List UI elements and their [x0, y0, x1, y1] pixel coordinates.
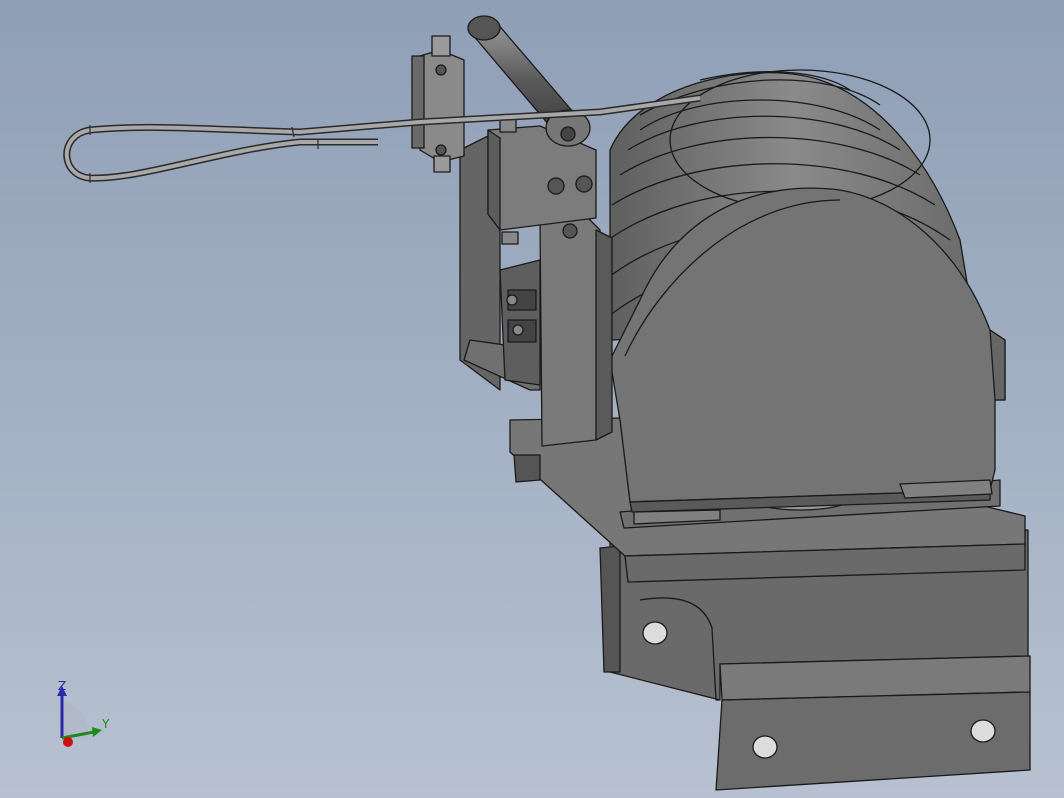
winch-assembly-model[interactable] [0, 0, 1064, 798]
wire-rope [63, 94, 701, 183]
z-axis-label: Z [58, 679, 67, 693]
triad-axes [57, 686, 102, 747]
graphics-viewport[interactable]: Z Y [0, 0, 1064, 798]
x-axis-marker [63, 737, 73, 747]
lever-arm [539, 209, 613, 447]
y-axis-label: Y [102, 717, 110, 731]
coordinate-triad: Z Y [40, 672, 130, 762]
guide-roller [411, 35, 465, 173]
